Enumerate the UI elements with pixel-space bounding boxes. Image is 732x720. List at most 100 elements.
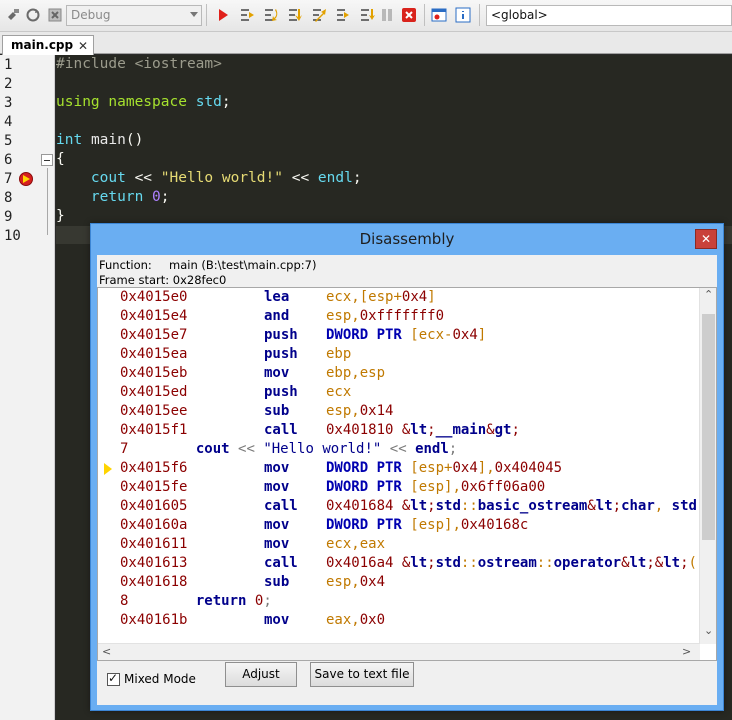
build-icon[interactable] (4, 6, 22, 24)
instruction-address: 0x401605 (120, 498, 188, 514)
scope-select[interactable]: <global> (486, 5, 732, 26)
editor-tab-bar: main.cpp ✕ (0, 32, 732, 55)
stop-debugger-icon[interactable] (400, 6, 418, 24)
instruction-address: 0x4015e4 (120, 308, 188, 324)
pause-icon[interactable] (378, 6, 396, 24)
instruction-mnemonic: push (264, 346, 298, 362)
toolbar-separator (479, 4, 480, 26)
instruction-address: 0x4015f1 (120, 422, 188, 438)
rebuild-icon[interactable] (24, 6, 42, 24)
instruction-operands: ecx,[esp+0x4] (326, 289, 436, 305)
close-dialog-button[interactable]: ✕ (695, 229, 717, 249)
instruction-mnemonic: push (264, 384, 298, 400)
instruction-address: 0x4015f6 (120, 460, 188, 476)
chevron-down-icon (190, 12, 198, 17)
next-instruction-icon[interactable] (334, 6, 352, 24)
line-number: 6 (4, 152, 13, 168)
instruction-address: 0x401618 (120, 574, 188, 590)
instruction-operands: esp,0x14 (326, 403, 394, 419)
line-number: 3 (4, 95, 13, 111)
abort-icon[interactable] (46, 6, 64, 24)
function-value: main (B:\test\main.cpp:7) (169, 258, 317, 272)
code-line: using namespace std; (56, 94, 231, 110)
dialog-body: Function: main (B:\test\main.cpp:7) Fram… (97, 255, 717, 705)
instruction-address: 0x401611 (120, 536, 188, 552)
run-to-cursor-icon[interactable] (238, 6, 256, 24)
line-number: 9 (4, 209, 13, 225)
adjust-button[interactable]: Adjust (225, 662, 297, 687)
step-out-icon[interactable] (310, 6, 328, 24)
tab-label: main.cpp (11, 38, 74, 52)
instruction-operands: esp,0x4 (326, 574, 386, 590)
line-number: 2 (4, 76, 13, 92)
disassembly-dialog: Disassembly ✕ Function: main (B:\test\ma… (90, 223, 724, 711)
instruction-operands: 0x401684 &lt;std::basic_ostream&lt;char,… (326, 498, 698, 514)
instruction-mnemonic: mov (264, 536, 290, 552)
instruction-operands: DWORD PTR [esp],0x40168c (326, 517, 529, 533)
line-number: 1 (4, 57, 13, 73)
instruction-address: 0x4015e7 (120, 327, 188, 343)
instruction-mnemonic: mov (264, 479, 290, 495)
instruction-address: 0x4015e0 (120, 289, 188, 305)
instruction-operands: ecx,eax (326, 536, 386, 552)
various-info-icon[interactable] (454, 6, 472, 24)
mixed-mode-checkbox[interactable] (107, 671, 120, 686)
fold-guide (47, 168, 48, 235)
instruction-operands: DWORD PTR [esp+0x4],0x404045 (326, 460, 563, 476)
scope-value: <global> (491, 8, 548, 22)
instruction-mnemonic: push (264, 327, 298, 343)
next-line-icon[interactable] (262, 6, 280, 24)
disassembly-listing-frame: 0x4015e0 lea ecx,[esp+0x4] 0x4015e4 and esp,0… (97, 287, 717, 661)
toolbar-separator (206, 4, 207, 26)
build-config-value: Debug (71, 8, 111, 22)
instruction-address: 0x401613 (120, 555, 188, 571)
tab-main-cpp[interactable]: main.cpp ✕ (2, 35, 95, 55)
vertical-scroll-thumb[interactable] (702, 314, 715, 540)
instruction-mnemonic: mov (264, 460, 290, 476)
instruction-operands: 0x401810 &lt;__main&gt; (326, 422, 520, 438)
build-config-select[interactable]: Debug (66, 5, 202, 26)
instruction-mnemonic: mov (264, 365, 290, 381)
scroll-left-icon[interactable]: < (102, 645, 111, 658)
current-instruction-arrow-icon (104, 463, 112, 475)
instruction-mnemonic: call (264, 498, 298, 514)
debug-windows-icon[interactable] (430, 6, 448, 24)
line-number: 4 (4, 114, 13, 130)
instruction-mnemonic: call (264, 555, 298, 571)
code-line: #include <iostream> (56, 56, 222, 72)
instruction-mnemonic: mov (264, 612, 290, 628)
code-line: return 0; (90, 189, 170, 205)
instruction-address: 0x4015ed (120, 384, 188, 400)
disassembly-listing[interactable]: 0x4015e0 lea ecx,[esp+0x4] 0x4015e4 and esp,0… (102, 288, 698, 646)
step-into-instruction-icon[interactable] (358, 6, 376, 24)
instruction-address: 0x4015fe (120, 479, 188, 495)
close-tab-icon[interactable]: ✕ (78, 37, 88, 55)
instruction-operands: eax,0x0 (326, 612, 386, 628)
instruction-address: 0x40160a (120, 517, 188, 533)
instruction-operands: 0x4016a4 &lt;std::ostream::operator&lt;&… (326, 555, 698, 571)
source-text: 8 return 0; (120, 593, 272, 609)
save-to-text-file-button[interactable]: Save to text file (310, 662, 414, 687)
fold-toggle-icon[interactable] (41, 154, 53, 166)
step-into-icon[interactable] (286, 6, 304, 24)
frame-start: Frame start: 0x28fec0 (99, 273, 227, 287)
instruction-address: 0x40161b (120, 612, 188, 628)
vertical-scrollbar[interactable]: ⌃ ⌄ (699, 288, 716, 644)
scroll-right-icon[interactable]: > (682, 645, 691, 658)
instruction-mnemonic: sub (264, 403, 290, 419)
scroll-down-icon[interactable]: ⌄ (704, 624, 713, 637)
breakpoint-current-line-icon[interactable] (19, 172, 33, 186)
debug-toolbar: Debug <global> (0, 0, 732, 32)
line-number: 5 (4, 133, 13, 149)
scroll-up-icon[interactable]: ⌃ (704, 288, 713, 301)
code-line: { (56, 151, 65, 167)
code-line: } (56, 208, 65, 224)
line-number: 10 (4, 228, 21, 244)
instruction-operands: ebp,esp (326, 365, 386, 381)
mixed-mode-label: Mixed Mode (124, 672, 196, 686)
horizontal-scrollbar[interactable]: < > (98, 643, 700, 660)
debug-continue-icon[interactable] (214, 6, 232, 24)
instruction-operands: ecx (326, 384, 352, 400)
code-line: int main() (56, 132, 144, 148)
dialog-title: Disassembly (359, 230, 455, 248)
